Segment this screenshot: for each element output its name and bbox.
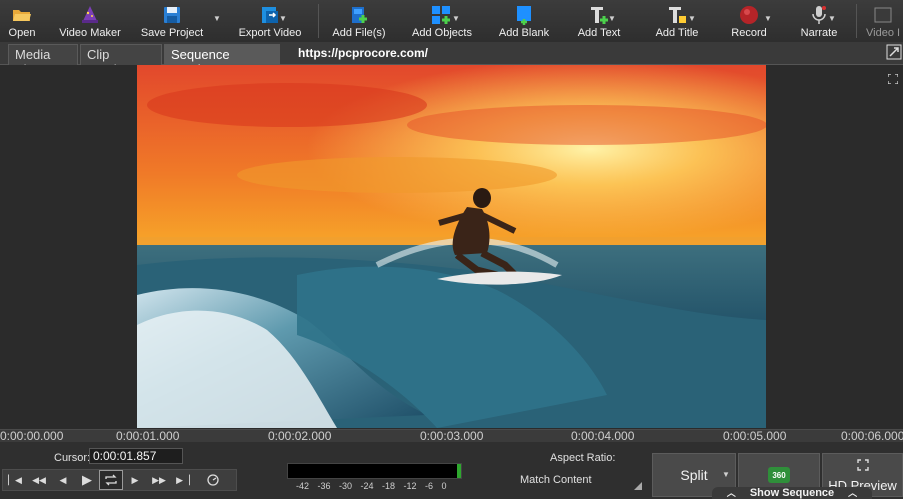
toolbar-separator [856,4,857,38]
wizard-hat-icon [79,4,101,26]
tab-clip-preview[interactable]: Clip Preview [80,44,162,77]
timeline-ruler[interactable]: 0:00:00.000 0:00:01.000 0:00:02.000 0:00… [0,429,903,443]
step-forward-icon[interactable]: ▶ [123,470,147,490]
playback-speed-icon[interactable] [201,470,225,490]
undock-icon[interactable] [886,44,902,60]
video-effects-icon [872,4,894,26]
blank-slide-icon [513,4,535,26]
previous-clip-icon[interactable]: ◀◀ [27,470,51,490]
chevron-up-icon: ︿ [726,488,736,498]
split-dropdown-icon[interactable]: ▼ [722,470,730,479]
audio-level-peak [457,464,461,478]
floppy-disk-icon [161,4,183,26]
next-clip-icon[interactable]: ▶▶ [147,470,171,490]
add-objects-dropdown-icon[interactable]: ▼ [452,14,460,23]
fullscreen-icon[interactable] [887,71,899,85]
add-file-icon [348,4,370,26]
audio-meter-scale: -42 -36 -30 -24 -18 -12 -6 0 [296,481,447,491]
go-to-end-icon[interactable]: ▶▕ [171,470,195,490]
aspect-ratio-label: Aspect Ratio: [550,452,616,464]
split-label: Split [680,467,708,483]
show-sequence-toggle[interactable]: ︿ Show Sequence ︿ [712,487,872,499]
export-video-dropdown-icon[interactable]: ▼ [279,14,287,23]
text-t-icon [588,4,610,26]
play-icon[interactable]: ▶ [75,470,99,490]
open-button[interactable]: Open [4,0,40,42]
preview-video-frame[interactable] [137,65,766,428]
go-to-start-icon[interactable]: ▏◀ [3,470,27,490]
preview-tabs-bar: Media Bin Clip Preview Sequence Preview … [0,42,903,77]
add-title-dropdown-icon[interactable]: ▼ [688,14,696,23]
add-objects-icon [431,4,453,26]
loop-icon[interactable] [99,470,123,490]
video-effects-button[interactable]: Video I [866,0,903,42]
add-text-dropdown-icon[interactable]: ▼ [608,14,616,23]
save-project-dropdown-icon[interactable]: ▼ [213,14,221,23]
export-video-button[interactable]: Export Video [238,0,302,42]
toolbar-separator [318,4,319,38]
aspect-ratio-select[interactable]: Match Content [520,474,592,486]
tab-media-bin[interactable]: Media Bin [8,44,78,77]
audio-level-meter [287,463,462,479]
expand-icon [856,458,869,476]
folder-open-icon [11,4,33,26]
record-dropdown-icon[interactable]: ▼ [764,14,772,23]
video-maker-button[interactable]: Video Maker [58,0,122,42]
main-toolbar: Open Video Maker Save Project ▼ Export V… [0,0,903,42]
aspect-ratio-dropdown-icon[interactable] [634,482,642,490]
add-blank-button[interactable]: Add Blank [497,0,551,42]
cursor-time-field[interactable]: 0:00:01.857 [89,448,183,464]
record-circle-icon [738,4,760,26]
video-360-icon: 360 [768,467,790,483]
add-objects-button[interactable]: Add Objects [412,0,472,42]
export-film-icon [259,4,281,26]
sequence-preview-panel [0,65,903,429]
add-files-button[interactable]: Add File(s) [332,0,386,42]
microphone-icon [808,4,830,26]
narrate-dropdown-icon[interactable]: ▼ [828,14,836,23]
watermark-url: https://pcprocore.com/ [298,46,429,60]
title-t-icon [666,4,688,26]
save-project-button[interactable]: Save Project [141,0,203,42]
record-button[interactable]: Record [730,0,768,42]
cursor-label: Cursor: [54,452,91,464]
tab-sequence-preview[interactable]: Sequence Preview [164,44,280,77]
step-back-icon[interactable]: ◀ [51,470,75,490]
bottom-controls: Cursor: 0:00:01.857 ▏◀ ◀◀ ◀ ▶ ▶ ▶▶ ▶▕ -4… [0,442,903,499]
chevron-up-icon: ︿ [848,488,858,498]
transport-controls: ▏◀ ◀◀ ◀ ▶ ▶ ▶▶ ▶▕ [2,469,237,491]
